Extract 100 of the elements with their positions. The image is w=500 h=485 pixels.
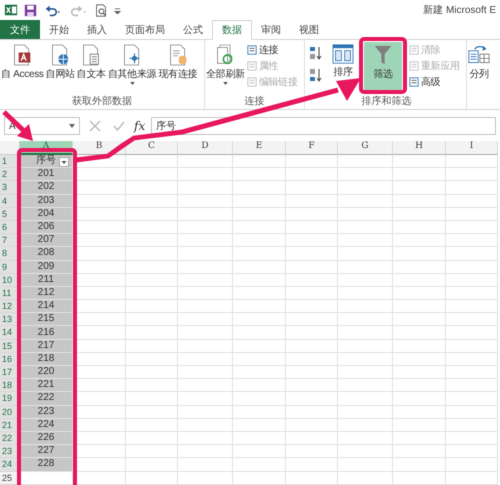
table-cell [286,352,338,366]
file-tab[interactable]: 文件 [0,20,40,39]
ribbon-button[interactable]: 自文本 [76,42,107,92]
table-cell [126,260,178,274]
table-cell [338,458,393,472]
table-cell [393,155,446,168]
table-cell [233,194,286,208]
table-cell [233,458,286,472]
table-cell [446,274,498,287]
table-cell [393,208,446,221]
ribbon-button[interactable]: 筛选 [364,42,402,92]
table-cell [126,340,178,353]
table-cell [233,326,286,340]
ribbon-tab[interactable]: 审阅 [252,20,290,39]
ribbon-button[interactable]: 自 Access [0,42,45,92]
table-cell [446,247,498,260]
table-cell: 203 [20,194,73,208]
sort-descending-icon[interactable] [309,68,323,82]
table-cell [126,300,178,314]
ribbon-button[interactable]: 现有连接 [157,42,198,92]
ribbon-small-button[interactable]: 高级 [408,74,461,90]
table-cell [393,260,446,274]
table-cell [393,220,446,234]
ribbon-button[interactable]: 自网站 [44,42,76,92]
table-cell: 223 [20,406,73,419]
ribbon-tab[interactable]: 数据 [212,20,252,40]
table-cell [178,352,233,366]
table-cell [20,472,73,485]
database-document-icon [12,44,32,66]
table-cell: 224 [20,418,73,432]
table-cell [233,392,286,406]
select-all-corner[interactable] [0,141,20,155]
table-cell [446,181,498,195]
table-cell [338,406,393,419]
table-cell [233,406,286,419]
ribbon-button[interactable]: 自其他来源 [106,42,158,92]
undo-icon[interactable] [43,4,63,16]
table-cell [446,326,498,340]
table-cell [178,194,233,208]
ribbon-button[interactable]: 全部刷新 [205,42,246,92]
ribbon-tab[interactable]: 插入 [78,20,116,39]
column-header[interactable]: E [233,141,286,155]
table-cell [286,366,338,380]
table-cell: 209 [20,260,73,274]
table-cell [338,155,393,168]
sort-ascending-icon[interactable] [309,46,323,60]
table-cell [393,406,446,419]
group-label: 排序和筛选 [360,94,412,106]
ribbon-tab[interactable]: 公式 [174,20,212,39]
ribbon-tab[interactable]: 开始 [40,20,78,39]
column-header[interactable]: D [178,141,233,155]
table-cell [126,220,178,234]
table-cell [446,300,498,314]
check-icon[interactable] [113,120,125,132]
table-cell [393,392,446,406]
table-cell [393,326,446,340]
table-cell [393,432,446,446]
table-cell [178,366,233,380]
ribbon-tab[interactable]: 页面布局 [116,20,174,39]
ribbon-button[interactable]: 分列 [467,42,491,92]
table-cell [446,366,498,380]
table-cell [338,168,393,182]
table-cell [126,445,178,458]
filter-dropdown-icon[interactable] [59,156,69,166]
table-cell [393,181,446,195]
table-cell [338,418,393,432]
table-cell [286,458,338,472]
column-header[interactable]: I [446,141,498,155]
ribbon-small-button[interactable]: 连接 [246,42,299,58]
table-cell: 215 [20,313,73,326]
table-cell [393,286,446,300]
table-cell [286,194,338,208]
save-icon[interactable] [24,4,37,16]
table-cell [393,352,446,366]
insert-function-button[interactable]: fx [134,119,146,133]
table-cell [446,234,498,248]
column-header[interactable]: F [286,141,338,155]
table-cell [338,366,393,380]
column-header[interactable]: H [393,141,446,155]
table-cell [446,418,498,432]
print-preview-icon[interactable] [95,4,108,16]
table-cell [286,300,338,314]
command-icon [246,45,257,55]
column-header[interactable]: C [126,141,178,155]
ribbon-tab[interactable]: 视图 [290,20,328,39]
table-cell [286,155,338,168]
table-cell [393,313,446,326]
table-cell [233,260,286,274]
command-icon [246,61,257,71]
command-icon [246,77,257,87]
table-cell [393,366,446,380]
table-cell [233,247,286,260]
table-cell [286,208,338,221]
table-cell [233,286,286,300]
table-cell [286,220,338,234]
table-cell: 201 [20,168,73,182]
formula-input[interactable]: 序号 [151,117,496,135]
column-header[interactable]: G [338,141,393,155]
table-cell [338,260,393,274]
customize-caret-icon[interactable] [114,6,121,14]
